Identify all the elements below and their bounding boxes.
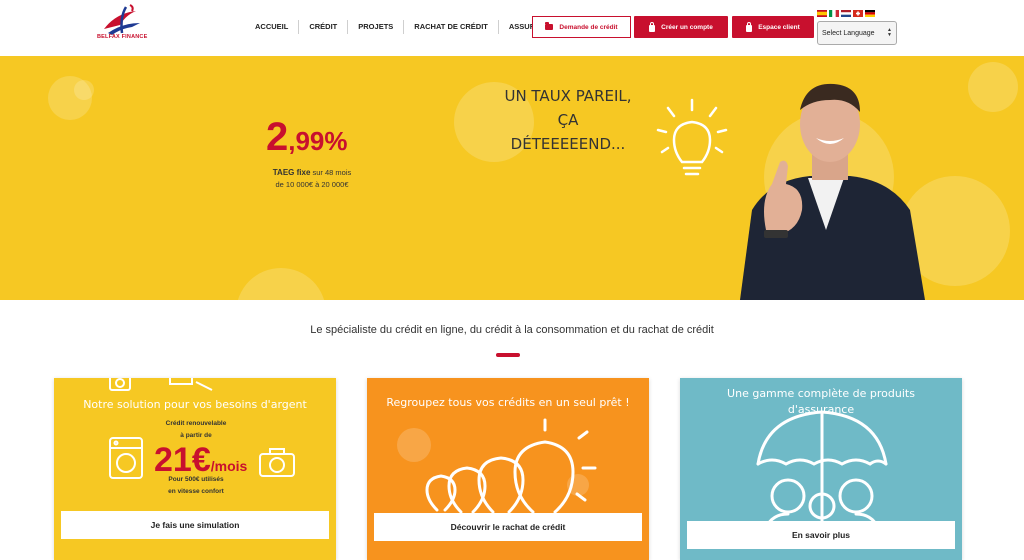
credit-conditions: Pour 500€ utilisés en vitesse confort (136, 474, 256, 498)
hero-tagline: UN TAUX PAREIL, ÇA DÉTEEEEEND... (498, 84, 638, 156)
card-insurance: Une gamme complète de produits d'assuran… (680, 378, 962, 560)
logo-text: BELFAX FINANCE (97, 34, 148, 40)
taeg-info: TAEG fixe sur 48 mois de 10 000€ à 20 00… (252, 167, 372, 191)
hero-banner: 2,99% TAEG fixe sur 48 mois de 10 000€ à… (0, 56, 1024, 300)
client-area-button[interactable]: Espace client (732, 16, 814, 38)
rate-display: 2,99% (266, 115, 348, 160)
taeg-label: TAEG fixe (272, 168, 311, 177)
section-divider (496, 353, 520, 357)
decorative-bubble (968, 62, 1018, 112)
site-header: BELFAX FINANCE ACCUEIL CRÉDIT PROJETS RA… (0, 0, 1024, 56)
credit-request-button[interactable]: Demande de crédit (532, 16, 631, 38)
folder-icon (545, 22, 554, 30)
language-select-value: Select Language (822, 29, 875, 37)
credit-condition-2: en vitesse confort (168, 488, 224, 495)
credit-condition-1: Pour 500€ utilisés (168, 476, 224, 483)
nav-accueil[interactable]: ACCUEIL (245, 20, 298, 34)
card-title: Regroupez tous vos crédits en un seul pr… (386, 396, 630, 409)
nav-rachat-de-credit[interactable]: RACHAT DE CRÉDIT (403, 20, 498, 34)
tagline-line-1: UN TAUX PAREIL, (504, 87, 632, 105)
netherlands-flag-icon[interactable] (841, 10, 851, 17)
learn-more-button[interactable]: En savoir plus (687, 521, 955, 549)
language-flags (817, 10, 875, 17)
rate-integer: 2 (266, 115, 289, 159)
lock-icon (649, 21, 656, 32)
select-arrows-icon: ▲ ▼ (887, 27, 892, 38)
client-area-label: Espace client (758, 23, 800, 31)
discover-buyback-button[interactable]: Découvrir le rachat de crédit (374, 513, 642, 541)
card-title-line-1: Une gamme complète de produits (727, 387, 915, 400)
taeg-duration: sur 48 mois (310, 168, 352, 177)
germany-flag-icon[interactable] (865, 10, 875, 17)
decorative-icons (109, 378, 213, 391)
card-title: Notre solution pour vos besoins d'argent (83, 398, 307, 411)
main-nav: ACCUEIL CRÉDIT PROJETS RACHAT DE CRÉDIT … (245, 20, 566, 34)
spain-flag-icon[interactable] (817, 10, 827, 17)
section-subtitle: Le spécialiste du crédit en ligne, du cr… (310, 324, 714, 336)
simulation-button[interactable]: Je fais une simulation (61, 511, 329, 539)
nav-projets[interactable]: PROJETS (347, 20, 403, 34)
language-select[interactable]: Select Language ▲ ▼ (817, 21, 897, 45)
decorative-bubble (236, 268, 326, 300)
nav-credit[interactable]: CRÉDIT (298, 20, 347, 34)
create-account-button[interactable]: Créer un compte (634, 16, 728, 38)
tagline-line-2: ÇA DÉTEEEEEND... (510, 111, 626, 153)
credit-unit: /mois (210, 458, 248, 474)
credit-request-label: Demande de crédit (559, 23, 618, 31)
credit-type-label: Crédit renouvelable (165, 420, 227, 427)
switzerland-flag-icon[interactable] (853, 10, 863, 17)
card-revolving-credit: Notre solution pour vos besoins d'argent… (54, 378, 336, 560)
decorative-bubble (74, 80, 94, 100)
family-umbrella-icon (756, 410, 888, 528)
camera-icon (259, 448, 295, 477)
smiling-man-thumbs-up-image (740, 83, 925, 300)
create-account-label: Créer un compte (661, 23, 713, 31)
rate-decimal: ,99% (288, 126, 348, 156)
taeg-range: de 10 000€ à 20 000€ (275, 180, 349, 189)
lightbulbs-icon (425, 418, 597, 514)
card-credit-buyback: Regroupez tous vos crédits en un seul pr… (367, 378, 649, 560)
lock-icon (746, 21, 753, 32)
credit-type: Crédit renouvelable à partir de (136, 418, 256, 442)
italy-flag-icon[interactable] (829, 10, 839, 17)
lightbulb-icon (656, 98, 728, 176)
